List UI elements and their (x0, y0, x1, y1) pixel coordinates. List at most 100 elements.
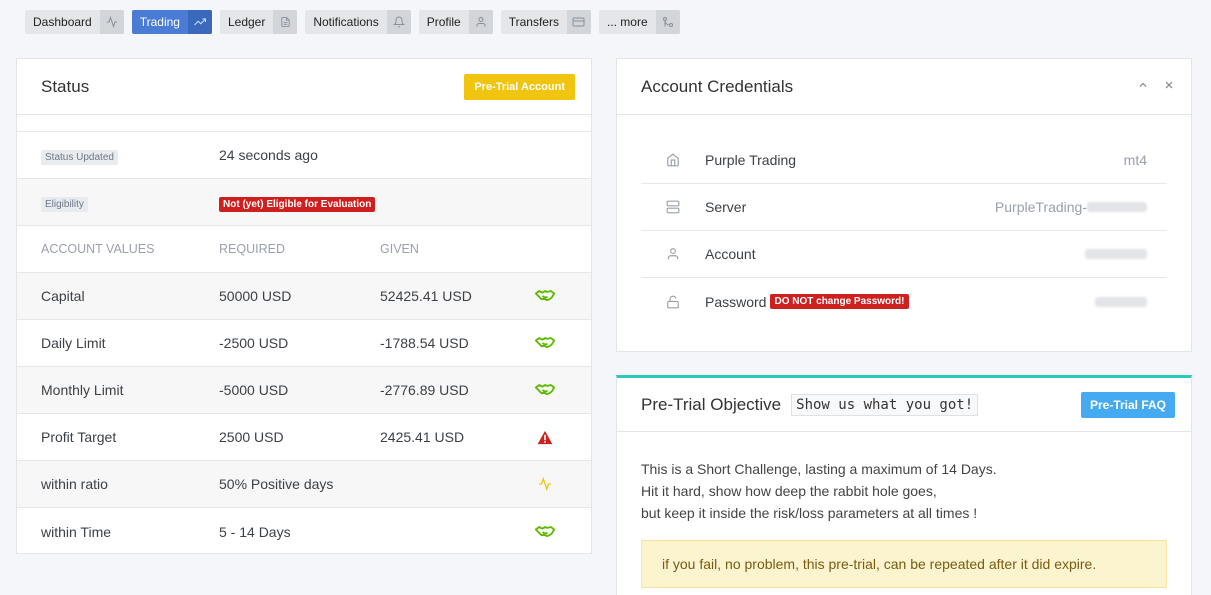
pre-trial-faq-button[interactable]: Pre-Trial FAQ (1080, 391, 1175, 418)
redacted-value (1095, 296, 1147, 307)
user-icon (641, 247, 705, 261)
password-warning-badge: DO NOT change Password! (770, 294, 909, 309)
credential-row-server: Server PurpleTrading- (641, 184, 1167, 231)
row-name: within Time (41, 523, 112, 540)
redacted-value (1085, 249, 1147, 259)
row-given: 2425.41 USD (380, 429, 465, 445)
nav-label: Transfers (508, 15, 559, 29)
nav-transfers[interactable]: Transfers (500, 10, 591, 34)
row-required: 50000 USD (219, 288, 292, 304)
col-required: REQUIRED (219, 242, 285, 256)
table-row: within Time 5 - 14 Days (17, 508, 591, 555)
row-name: within ratio (41, 476, 108, 492)
lock-icon (641, 295, 705, 309)
credit-card-icon (566, 10, 591, 34)
nav-trading[interactable]: Trading (131, 10, 212, 34)
table-row: Daily Limit -2500 USD -1788.54 USD (17, 320, 591, 367)
status-card-header: Status Pre-Trial Account (17, 59, 591, 115)
credentials-card-header: Account Credentials (617, 59, 1191, 115)
row-given: 52425.41 USD (380, 288, 472, 304)
activity-icon (525, 477, 565, 491)
row-required: -5000 USD (219, 382, 289, 398)
row-required: 2500 USD (219, 429, 284, 445)
status-updated-value: 24 seconds ago (219, 147, 318, 163)
pre-trial-account-badge: Pre-Trial Account (464, 73, 575, 100)
row-name: Monthly Limit (41, 382, 124, 398)
nav-label: ... more (606, 15, 648, 29)
credentials-card: Account Credentials Purple Trading mt4 S… (616, 58, 1192, 352)
table-row: Profit Target 2500 USD 2425.41 USD (17, 414, 591, 461)
status-card: Status Pre-Trial Account Status Updated … (16, 58, 592, 554)
credential-label: Server (705, 199, 747, 215)
col-given: GIVEN (380, 242, 419, 256)
table-header: ACCOUNT VALUES REQUIRED GIVEN (17, 226, 591, 273)
objective-card: Pre-Trial Objective Show us what you got… (616, 375, 1192, 595)
row-given: -2776.89 USD (380, 382, 469, 398)
activity-icon (99, 10, 124, 34)
credential-label: Purple Trading (705, 152, 797, 168)
handshake-icon (525, 525, 565, 539)
row-name: Profit Target (41, 429, 117, 445)
objective-line: Hit it hard, show how deep the rabbit ho… (641, 483, 937, 499)
nav-label: Profile (426, 15, 461, 29)
credential-label: Password (705, 293, 767, 310)
close-icon[interactable] (1163, 78, 1175, 96)
status-title: Status (41, 76, 90, 96)
nav-dashboard[interactable]: Dashboard (25, 10, 124, 34)
row-name: Daily Limit (41, 335, 106, 351)
credential-value-wrap (1095, 296, 1167, 307)
table-row: Capital 50000 USD 52425.41 USD (17, 273, 591, 320)
eligibility-row: Eligibility Not (yet) Eligible for Evalu… (17, 179, 591, 226)
objective-body: This is a Short Challenge, lasting a max… (617, 432, 1191, 588)
warning-icon (525, 430, 565, 445)
nav-label: Notifications (313, 15, 379, 29)
handshake-icon (525, 289, 565, 303)
row-required: 5 - 14 Days (219, 523, 291, 540)
credential-row-broker: Purple Trading mt4 (641, 137, 1167, 184)
handshake-icon (525, 383, 565, 397)
objective-card-header: Pre-Trial Objective Show us what you got… (617, 378, 1191, 432)
handshake-icon (525, 336, 565, 350)
row-required: -2500 USD (219, 335, 289, 351)
card-controls (1137, 78, 1175, 96)
objective-alert: if you fail, no problem, this pre-trial,… (641, 540, 1167, 588)
nav-label: Dashboard (33, 15, 92, 29)
credentials-list: Purple Trading mt4 Server PurpleTrading-… (617, 115, 1191, 325)
col-account-values: ACCOUNT VALUES (41, 242, 155, 256)
chevron-up-icon[interactable] (1137, 78, 1149, 96)
row-required: 50% Positive days (219, 476, 334, 492)
table-row: Monthly Limit -5000 USD -2776.89 USD (17, 367, 591, 414)
table-row: within ratio 50% Positive days (17, 461, 591, 508)
file-icon (273, 10, 298, 34)
nav-label: Trading (139, 15, 180, 29)
row-given: -1788.54 USD (380, 335, 469, 351)
credential-value-wrap (1085, 249, 1167, 259)
nav-notifications[interactable]: Notifications (305, 10, 411, 34)
server-icon (641, 200, 705, 214)
objective-line: This is a Short Challenge, lasting a max… (641, 461, 997, 477)
redacted-value (1087, 202, 1147, 212)
trending-up-icon (187, 10, 212, 34)
status-updated-row: Status Updated 24 seconds ago (17, 132, 591, 179)
home-icon (641, 153, 705, 167)
user-icon (468, 10, 493, 34)
objective-title-wrap: Pre-Trial Objective Show us what you got… (641, 393, 979, 416)
spacer-row (17, 115, 591, 132)
credential-value: mt4 (1123, 152, 1147, 168)
nav-profile[interactable]: Profile (418, 10, 493, 34)
credentials-title: Account Credentials (641, 76, 794, 96)
credential-row-password: Password DO NOT change Password! (641, 278, 1167, 325)
eligibility-badge: Not (yet) Eligible for Evaluation (219, 197, 376, 212)
credential-row-account: Account (641, 231, 1167, 278)
objective-line: but keep it inside the risk/loss paramet… (641, 505, 978, 521)
eligibility-label: Eligibility (41, 197, 88, 212)
credential-label: Account (705, 246, 756, 262)
nav-more[interactable]: ... more (598, 10, 680, 34)
status-updated-label: Status Updated (41, 150, 118, 165)
bell-icon (386, 10, 411, 34)
top-nav: Dashboard Trading Ledger Notifications P… (25, 10, 680, 34)
nav-ledger[interactable]: Ledger (219, 10, 298, 34)
credential-value: PurpleTrading- (994, 199, 1087, 215)
row-name: Capital (41, 288, 85, 304)
git-merge-icon (655, 10, 680, 34)
